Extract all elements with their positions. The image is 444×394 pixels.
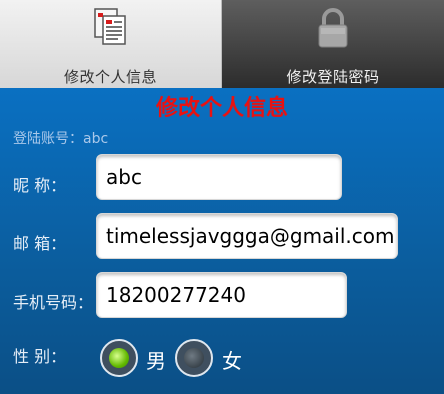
phone-label: 手机号码： (13, 293, 94, 312)
radio-unselected-indicator (184, 348, 204, 368)
email-field[interactable]: timelessjavggga@gmail.com (96, 213, 398, 259)
account-label: 登陆账号： (13, 131, 83, 147)
lock-icon (318, 8, 348, 48)
tab-label: 修改个人信息 (63, 68, 157, 86)
profile-edit-screen: 修改个人信息 修改登陆密码 修改个人信息 登陆账号：abc 昵 称： abc 邮… (0, 0, 444, 394)
tab-change-password[interactable]: 修改登陆密码 (222, 0, 444, 88)
tab-label: 修改登陆密码 (286, 68, 380, 86)
page-title: 修改个人信息 (155, 96, 288, 121)
email-label: 邮 箱： (13, 234, 67, 253)
tab-bar: 修改个人信息 修改登陆密码 (0, 0, 444, 88)
document-icon (93, 8, 126, 45)
tab-edit-profile[interactable]: 修改个人信息 (0, 0, 222, 88)
gender-male-label: 男 (146, 349, 166, 373)
nickname-field[interactable]: abc (96, 154, 342, 200)
phone-field[interactable]: 18200277240 (96, 272, 347, 318)
radio-selected-indicator (109, 348, 129, 368)
gender-female-radio[interactable] (175, 339, 213, 377)
gender-male-radio[interactable] (100, 339, 138, 377)
profile-form: 修改个人信息 登陆账号：abc 昵 称： abc 邮 箱： timelessja… (0, 88, 444, 394)
account-value: abc (83, 131, 109, 147)
nickname-label: 昵 称： (13, 176, 67, 195)
gender-label: 性 别： (13, 347, 67, 366)
gender-female-label: 女 (222, 349, 242, 373)
account-row: 登陆账号：abc (13, 128, 108, 148)
